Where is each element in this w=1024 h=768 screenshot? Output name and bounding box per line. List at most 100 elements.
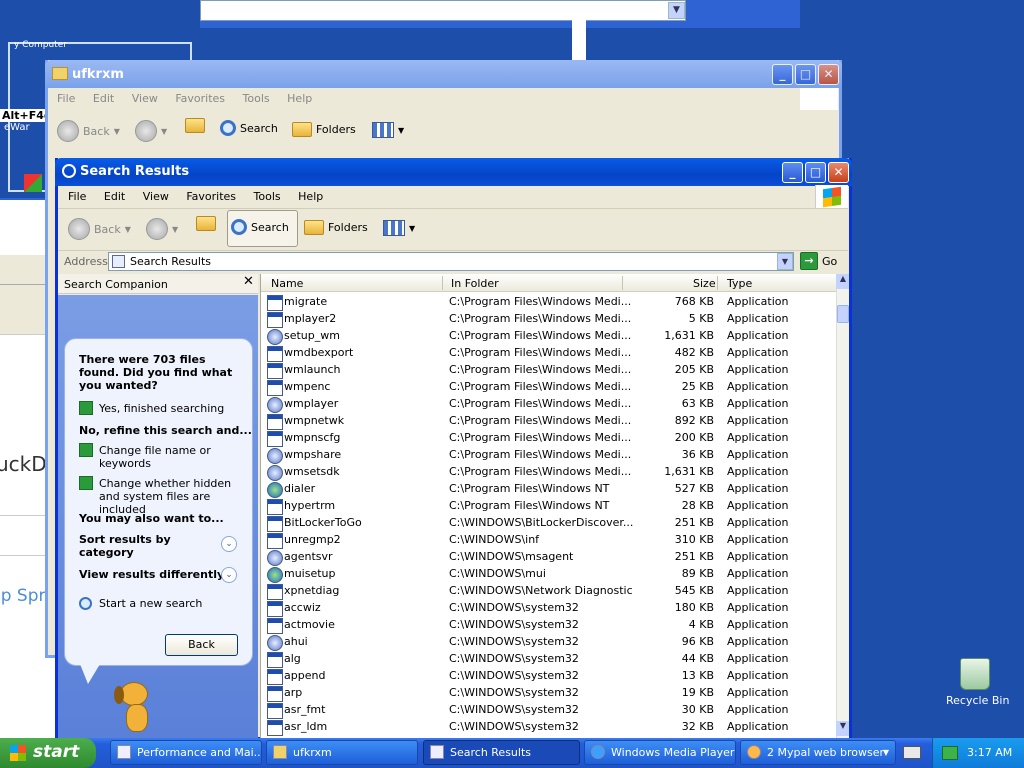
yes-finished-link[interactable]: Yes, finished searching <box>79 401 249 417</box>
table-row[interactable]: hypertrm C:\Program Files\Windows NT 28 KB… <box>261 497 836 515</box>
forward-button[interactable]: ▼ <box>146 218 178 240</box>
file-name: wmpnetwk <box>284 414 345 427</box>
bg-close-button[interactable]: ✕ <box>818 64 839 85</box>
folders-button[interactable]: Folders <box>304 220 368 235</box>
maximize-button[interactable]: □ <box>805 162 826 183</box>
menu-edit[interactable]: Edit <box>104 190 125 203</box>
up-button[interactable] <box>196 216 216 231</box>
change-hidden-link[interactable]: Change whether hidden and system files a… <box>79 476 249 516</box>
table-row[interactable]: actmovie C:\WINDOWS\system32 4 KB Applicati… <box>261 616 836 634</box>
col-type-header[interactable]: Type <box>727 277 752 290</box>
table-row[interactable]: arp C:\WINDOWS\system32 19 KB Application <box>261 684 836 702</box>
table-row[interactable]: mplayer2 C:\Program Files\Windows Medi...… <box>261 310 836 328</box>
bg-menu-favorites[interactable]: Favorites <box>175 92 225 105</box>
bg-search-button[interactable]: Search <box>220 120 278 136</box>
media-app-icon <box>267 329 283 345</box>
table-row[interactable]: wmdbexport C:\Program Files\Windows Medi.… <box>261 344 836 362</box>
background-window-titlebar[interactable] <box>45 60 842 88</box>
file-type: Application <box>727 482 789 495</box>
views-button[interactable]: ▼ <box>383 220 415 236</box>
bg-up-button[interactable] <box>185 118 205 133</box>
table-row[interactable]: muisetup C:\WINDOWS\mui 89 KB Application <box>261 565 836 583</box>
bg-menu-edit[interactable]: Edit <box>93 92 114 105</box>
task-mypal[interactable]: 2 Mypal web browser ▼ <box>740 740 896 765</box>
go-button[interactable]: Go <box>822 255 837 268</box>
file-name: mplayer2 <box>284 312 337 325</box>
application-icon <box>267 312 283 328</box>
top-dropdown-arrow[interactable]: ▼ <box>668 2 685 19</box>
recycle-bin-label[interactable]: Recycle Bin <box>946 694 1009 707</box>
table-row[interactable]: BitLockerToGo C:\WINDOWS\BitLockerDiscove… <box>261 514 836 532</box>
table-row[interactable]: alg C:\WINDOWS\system32 44 KB Application <box>261 650 836 668</box>
back-button[interactable]: Back ▼ <box>68 218 131 240</box>
task-performance[interactable]: Performance and Mai... <box>110 740 262 765</box>
bg-folders-button[interactable]: Folders <box>292 122 356 137</box>
table-row[interactable]: wmpshare C:\Program Files\Windows Medi...… <box>261 446 836 464</box>
file-folder: C:\Program Files\Windows Medi... <box>449 295 632 308</box>
table-row[interactable]: agentsvr C:\WINDOWS\msagent 251 KB Applicat… <box>261 548 836 566</box>
menu-help[interactable]: Help <box>298 190 323 203</box>
table-row[interactable]: wmpenc C:\Program Files\Windows Medi... 25… <box>261 378 836 396</box>
scroll-down-arrow[interactable]: ▼ <box>836 721 849 736</box>
bg-forward-button[interactable]: ▼ <box>135 120 167 142</box>
vertical-scrollbar[interactable] <box>836 274 849 738</box>
sort-results-link[interactable]: Sort results by category ⌄ <box>79 533 237 561</box>
change-name-link[interactable]: Change file name or keywords <box>79 443 249 471</box>
table-row[interactable]: asr_fmt C:\WINDOWS\system32 30 KB Applicati… <box>261 701 836 719</box>
table-row[interactable]: dialer C:\Program Files\Windows NT 527 KB A… <box>261 480 836 498</box>
menu-view[interactable]: View <box>143 190 169 203</box>
minimize-button[interactable]: _ <box>782 162 803 183</box>
table-row[interactable]: unregmp2 C:\WINDOWS\inf 310 KB Application <box>261 531 836 549</box>
keyboard-icon[interactable] <box>903 746 921 759</box>
close-button[interactable]: ✕ <box>828 162 849 183</box>
top-dropdown-field[interactable] <box>200 0 686 21</box>
col-folder-header[interactable]: In Folder <box>451 277 499 290</box>
col-name-header[interactable]: Name <box>271 277 303 290</box>
bg-views-button[interactable]: ▼ <box>372 122 404 138</box>
table-row[interactable]: wmpnetwk C:\Program Files\Windows Medi...… <box>261 412 836 430</box>
bg-menu-file[interactable]: File <box>57 92 75 105</box>
network-icon[interactable] <box>942 746 958 760</box>
search-dog-icon[interactable] <box>112 678 162 736</box>
bg-menu-tools[interactable]: Tools <box>243 92 270 105</box>
scroll-thumb[interactable] <box>837 305 849 323</box>
green-arrow-icon <box>79 443 93 457</box>
companion-back-button[interactable]: Back <box>165 634 238 656</box>
address-dropdown-button[interactable]: ▼ <box>777 253 793 270</box>
menu-favorites[interactable]: Favorites <box>186 190 236 203</box>
menu-tools[interactable]: Tools <box>254 190 281 203</box>
scroll-up-arrow[interactable]: ▲ <box>836 274 849 289</box>
bg-menu-help[interactable]: Help <box>287 92 312 105</box>
table-row[interactable]: ahui C:\WINDOWS\system32 96 KB Application <box>261 633 836 651</box>
bg-maximize-button[interactable]: □ <box>795 64 816 85</box>
shortcut-icon[interactable] <box>24 174 42 192</box>
menu-file[interactable]: File <box>68 190 86 203</box>
bg-minimize-button[interactable]: _ <box>772 64 793 85</box>
table-row[interactable]: xpnetdiag C:\WINDOWS\Network Diagnostic 54… <box>261 582 836 600</box>
task-search-results[interactable]: Search Results <box>423 740 580 765</box>
task-media-player[interactable]: Windows Media Player <box>584 740 736 765</box>
table-row[interactable]: migrate C:\Program Files\Windows Medi... 7… <box>261 293 836 311</box>
new-search-link[interactable]: Start a new search <box>79 597 249 613</box>
bg-menu-view[interactable]: View <box>132 92 158 105</box>
search-button-content[interactable]: Search <box>231 219 289 235</box>
table-row[interactable]: asr_ldm C:\WINDOWS\system32 32 KB Applicati… <box>261 718 836 736</box>
table-row[interactable]: wmplayer C:\Program Files\Windows Medi...… <box>261 395 836 413</box>
file-size: 1,631 KB <box>664 465 714 478</box>
table-row[interactable]: accwiz C:\WINDOWS\system32 180 KB Applicati… <box>261 599 836 617</box>
application-icon <box>267 363 283 379</box>
go-arrow-icon[interactable]: → <box>800 252 818 270</box>
table-row[interactable]: wmpnscfg C:\Program Files\Windows Medi...… <box>261 429 836 447</box>
file-folder: C:\WINDOWS\mui <box>449 567 546 580</box>
view-results-link[interactable]: View results differently ⌄ <box>79 567 237 585</box>
task-ufkrxm[interactable]: ufkrxm <box>266 740 418 765</box>
recycle-bin-icon[interactable] <box>960 658 990 690</box>
table-row[interactable]: wmsetsdk C:\Program Files\Windows Medi...… <box>261 463 836 481</box>
file-name: agentsvr <box>284 550 333 563</box>
col-size-header[interactable]: Size <box>693 277 716 290</box>
companion-close-icon[interactable]: ✕ <box>243 274 254 289</box>
table-row[interactable]: setup_wm C:\Program Files\Windows Medi...… <box>261 327 836 345</box>
table-row[interactable]: wmlaunch C:\Program Files\Windows Medi...… <box>261 361 836 379</box>
table-row[interactable]: append C:\WINDOWS\system32 13 KB Applicatio… <box>261 667 836 685</box>
bg-back-button[interactable]: Back ▼ <box>57 120 120 142</box>
